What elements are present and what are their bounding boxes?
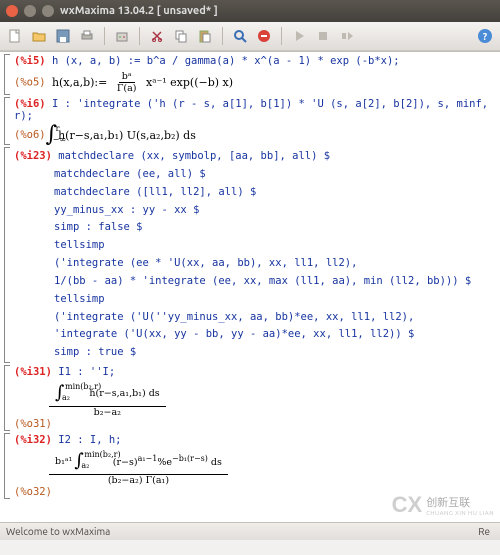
copy-icon[interactable] xyxy=(172,27,190,45)
input-code[interactable]: tellsimp xyxy=(54,293,105,305)
cell-i6[interactable]: (%i6) I : 'integrate ('h (r - s, a[1], b… xyxy=(4,97,500,145)
toolbar-separator xyxy=(139,27,140,45)
input-label: (%i6) xyxy=(14,98,46,110)
output-math: b₁ᵃ¹ ∫min(b₂,r)a₂ (r−s)a₁−1%e−b₁(r−s) ds… xyxy=(49,448,228,486)
window-titlebar: wxMaxima 13.04.2 [ unsaved* ] xyxy=(0,0,500,22)
input-code[interactable]: simp : false $ xyxy=(54,221,143,233)
input-code[interactable]: I1 : ''I; xyxy=(58,366,115,378)
watermark: CX 创新互联 CHUANG XIN HU LIAN xyxy=(392,492,494,518)
cell-bracket[interactable] xyxy=(4,54,10,95)
input-code[interactable]: matchdeclare (ee, all) $ xyxy=(54,168,206,180)
input-code[interactable]: h (x, a, b) := b^a / gamma(a) * x^(a - 1… xyxy=(52,55,400,67)
input-code[interactable]: yy_minus_xx : yy - xx $ xyxy=(54,204,199,216)
run-icon[interactable] xyxy=(290,27,308,45)
anim-icon[interactable] xyxy=(338,27,356,45)
input-code[interactable]: 1/(bb - aa) * 'integrate (ee, xx, max (l… xyxy=(54,275,471,287)
cell-i23[interactable]: (%i23) matchdeclare (xx, symbolp, [aa, b… xyxy=(4,147,500,363)
output-math: h(r−s,a₁,b₁) U(s,a₂,b₂) ds xyxy=(58,129,196,142)
output-label: (%o31) xyxy=(14,418,52,430)
cut-icon[interactable] xyxy=(148,27,166,45)
cell-bracket[interactable] xyxy=(4,433,10,499)
input-code[interactable]: ('integrate ('U(''yy_minus_xx, aa, bb)*e… xyxy=(54,311,414,323)
output-label: (%o6) xyxy=(14,129,46,141)
find-icon[interactable] xyxy=(231,27,249,45)
open-icon[interactable] xyxy=(30,27,48,45)
minimize-icon[interactable] xyxy=(24,5,36,17)
toolbar-separator xyxy=(281,27,282,45)
input-code[interactable]: 'integrate ('U(xx, yy - bb, yy - aa)*ee,… xyxy=(54,328,414,340)
watermark-logo: CX xyxy=(392,492,423,518)
help-icon[interactable]: ? xyxy=(476,27,494,45)
maximize-icon[interactable] xyxy=(42,5,54,17)
cell-i32[interactable]: (%i32) I2 : I, h; b₁ᵃ¹ ∫min(b₂,r)a₂ (r−s… xyxy=(4,433,500,499)
new-doc-icon[interactable] xyxy=(6,27,24,45)
input-code[interactable]: ('integrate (ee * 'U(xx, aa, bb), xx, ll… xyxy=(54,257,357,269)
integral-sign: ∫r−∞ xyxy=(46,126,57,144)
cell-bracket[interactable] xyxy=(4,97,10,145)
input-label: (%i31) xyxy=(14,366,52,378)
status-bar: Welcome to wxMaxima Re xyxy=(0,522,500,540)
cell-i5[interactable]: (%i5) h (x, a, b) := b^a / gamma(a) * x^… xyxy=(4,54,500,95)
output-math: h(x,a,b):= bᵃΓ(a) xᵃ⁻¹ exp((−b) x) xyxy=(52,76,233,89)
stop-icon[interactable] xyxy=(255,27,273,45)
input-label: (%i23) xyxy=(14,150,52,162)
paste-icon[interactable] xyxy=(196,27,214,45)
input-label: (%i32) xyxy=(14,434,52,446)
input-code[interactable]: I2 : I, h; xyxy=(58,434,121,446)
worksheet[interactable]: (%i5) h (x, a, b) := b^a / gamma(a) * x^… xyxy=(0,51,500,540)
close-icon[interactable] xyxy=(6,5,18,17)
input-label: (%i5) xyxy=(14,55,46,67)
window-title: wxMaxima 13.04.2 [ unsaved* ] xyxy=(60,5,218,17)
step-icon[interactable] xyxy=(314,27,332,45)
config-icon[interactable] xyxy=(113,27,131,45)
toolbar-separator xyxy=(222,27,223,45)
cell-i31[interactable]: (%i31) I1 : ''I; ∫min(b₂,r)a₂ h(r−s,a₁,b… xyxy=(4,365,500,431)
output-label: (%o5) xyxy=(14,77,46,89)
input-code[interactable]: simp : true $ xyxy=(54,346,136,358)
cell-bracket[interactable] xyxy=(4,147,10,363)
print-icon[interactable] xyxy=(78,27,96,45)
input-code[interactable]: I : 'integrate ('h (r - s, a[1], b[1]) *… xyxy=(14,98,488,122)
toolbar: ? xyxy=(0,22,500,51)
output-label: (%o32) xyxy=(14,486,52,498)
save-icon[interactable] xyxy=(54,27,72,45)
input-code[interactable]: matchdeclare (xx, symbolp, [aa, bb], all… xyxy=(58,150,330,162)
input-code[interactable]: matchdeclare ([ll1, ll2], all) $ xyxy=(54,186,256,198)
svg-text:?: ? xyxy=(483,31,488,42)
input-code[interactable]: tellsimp xyxy=(54,239,105,251)
cell-bracket[interactable] xyxy=(4,365,10,431)
output-math: ∫min(b₂,r)a₂ h(r−s,a₁,b₁) ds b₂−a₂ xyxy=(49,380,166,418)
toolbar-separator xyxy=(104,27,105,45)
status-left: Welcome to wxMaxima xyxy=(6,526,110,537)
status-right: Re xyxy=(478,526,490,537)
